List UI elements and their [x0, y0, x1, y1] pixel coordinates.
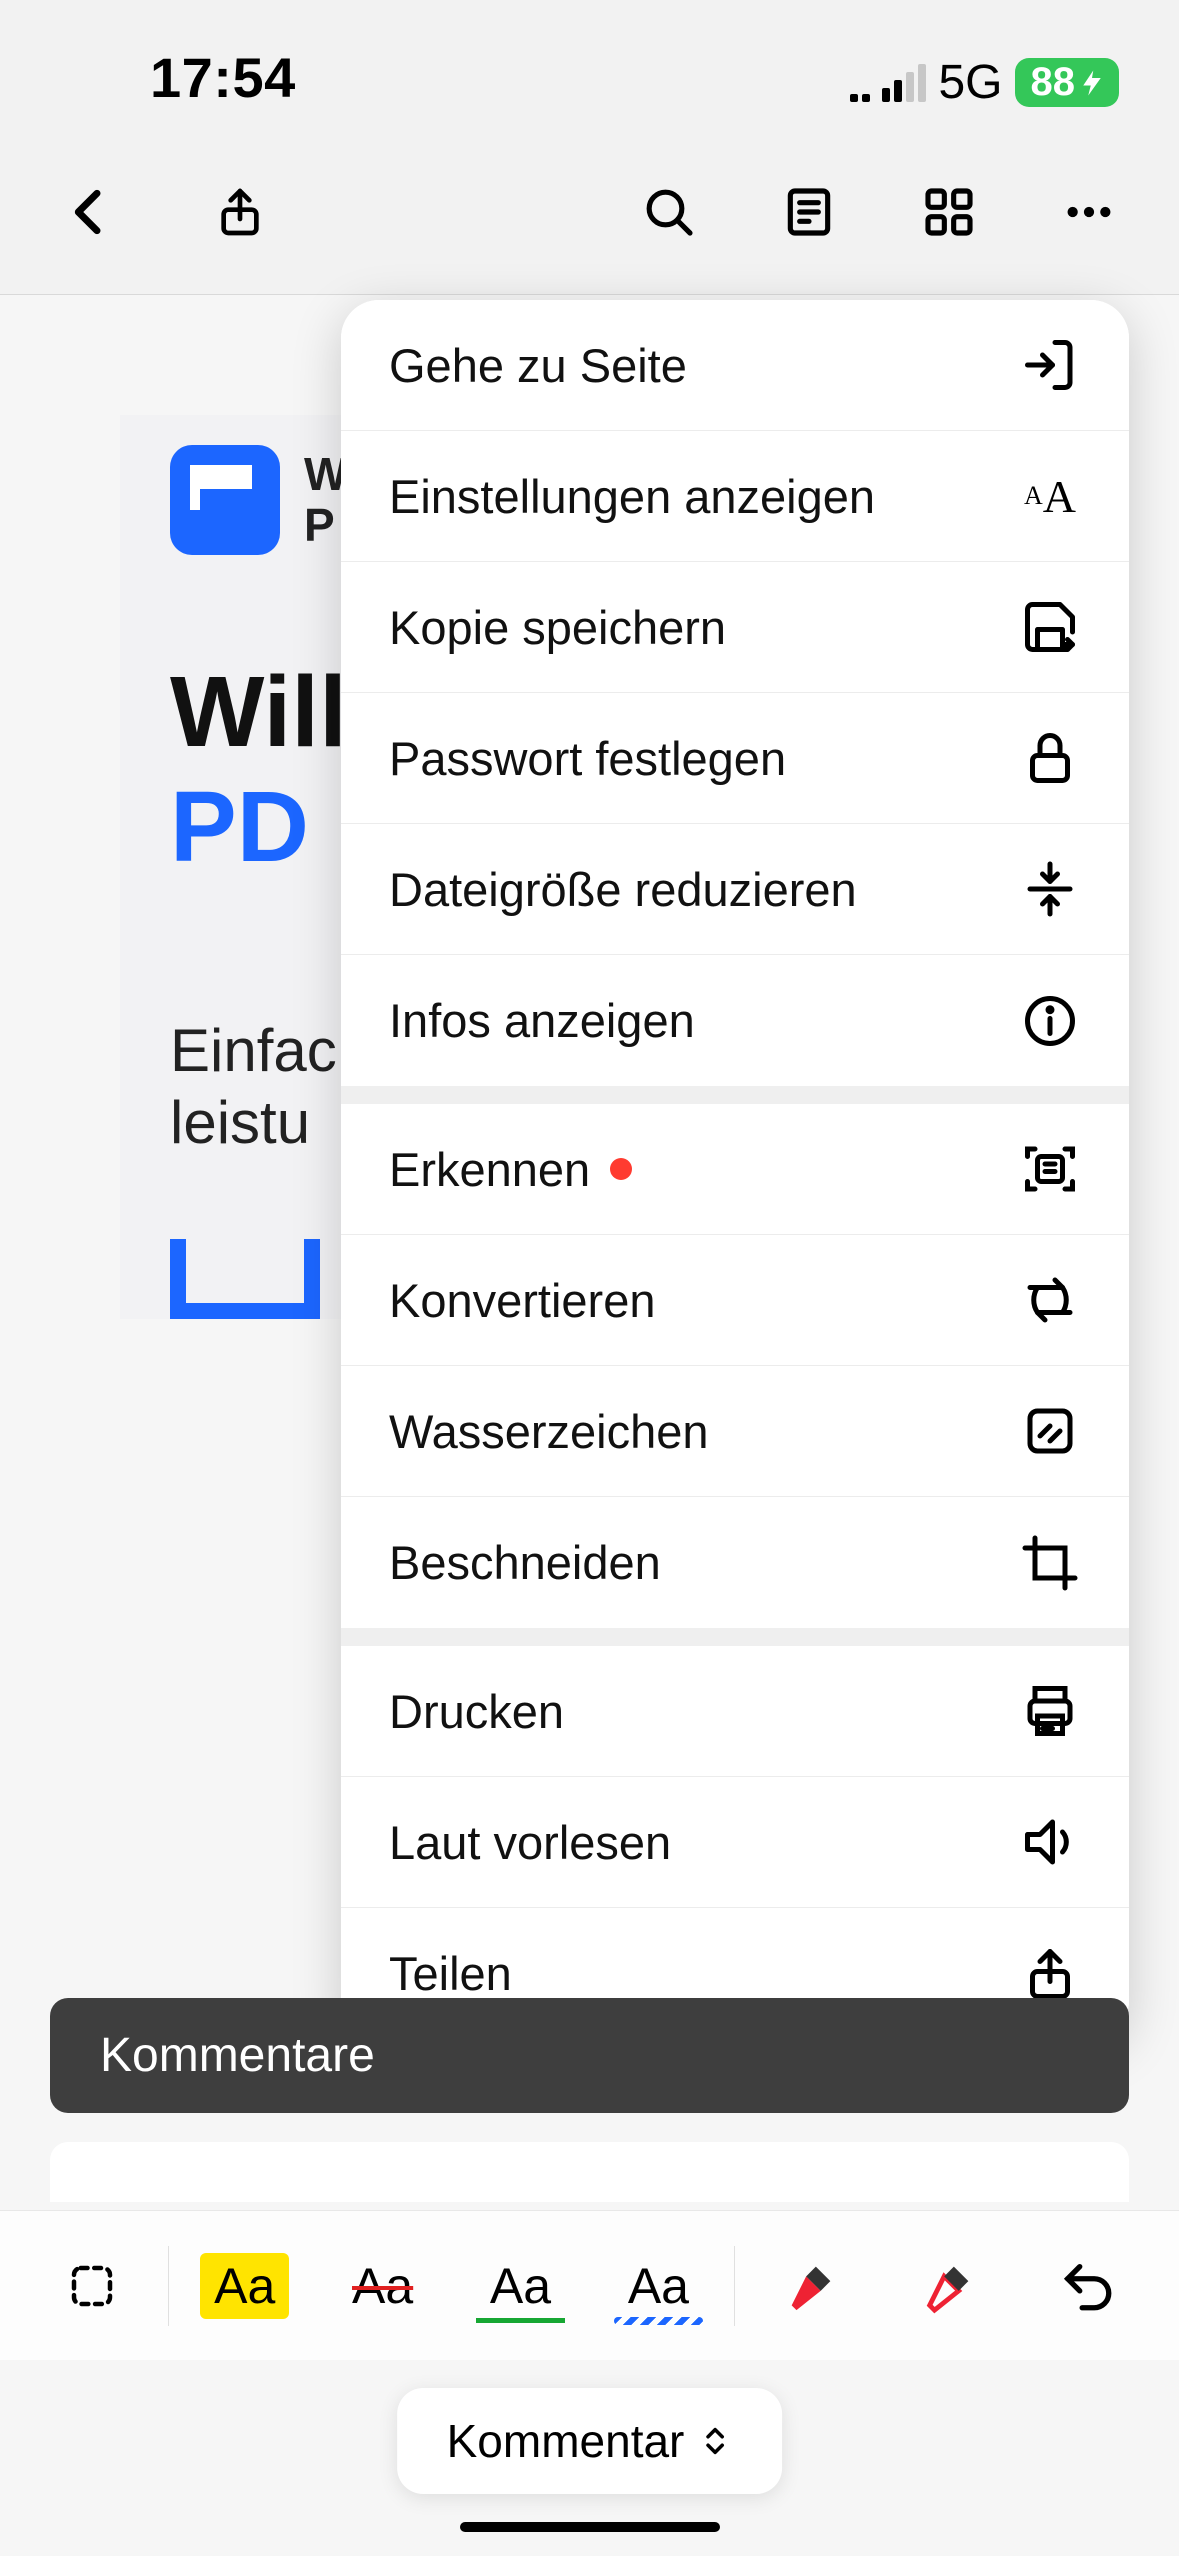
mode-selector[interactable]: Kommentar	[397, 2388, 783, 2494]
menu-goto-page[interactable]: Gehe zu Seite	[341, 300, 1129, 431]
thumbnails-button[interactable]	[919, 182, 979, 242]
squiggly-button[interactable]: Aa	[596, 2231, 720, 2341]
marker-fill-button[interactable]	[749, 2231, 873, 2341]
comments-banner[interactable]: Kommentare	[50, 1998, 1129, 2113]
home-indicator	[460, 2522, 720, 2532]
comments-banner-label: Kommentare	[100, 2028, 375, 2083]
new-badge-dot	[610, 1158, 632, 1180]
more-button[interactable]	[1059, 182, 1119, 242]
watermark-icon	[1019, 1400, 1081, 1462]
menu-set-password[interactable]: Passwort festlegen	[341, 693, 1129, 824]
goto-icon	[1019, 334, 1081, 396]
outline-button[interactable]	[779, 182, 839, 242]
ocr-icon	[1019, 1138, 1081, 1200]
menu-label: Gehe zu Seite	[389, 338, 687, 393]
menu-label: Teilen	[389, 1946, 512, 2001]
menu-show-info[interactable]: Infos anzeigen	[341, 955, 1129, 1086]
menu-label: Wasserzeichen	[389, 1404, 709, 1459]
more-menu-popup: Gehe zu Seite Einstellungen anzeigen AA …	[341, 300, 1129, 2039]
chevron-updown-icon	[698, 2424, 732, 2458]
search-button[interactable]	[639, 182, 699, 242]
speaker-icon	[1019, 1811, 1081, 1873]
menu-label: Laut vorlesen	[389, 1815, 671, 1870]
info-icon	[1019, 990, 1081, 1052]
menu-label: Konvertieren	[389, 1273, 656, 1328]
compress-icon	[1019, 858, 1081, 920]
menu-convert[interactable]: Konvertieren	[341, 1235, 1129, 1366]
menu-label: Einstellungen anzeigen	[389, 469, 875, 524]
menu-label: Beschneiden	[389, 1535, 661, 1590]
strikethrough-icon: Aa	[338, 2253, 427, 2319]
status-bar: 17:54 5G 88	[0, 0, 1179, 130]
menu-crop[interactable]: Beschneiden	[341, 1497, 1129, 1628]
menu-print[interactable]: Drucken	[341, 1646, 1129, 1777]
savecopy-icon	[1019, 596, 1081, 658]
annotation-toolbar: Aa Aa Aa Aa	[0, 2210, 1179, 2360]
doc-graphic	[170, 1239, 320, 1319]
select-area-button[interactable]	[30, 2231, 154, 2341]
separator	[168, 2246, 169, 2326]
app-logo-icon	[170, 445, 280, 555]
strikethrough-button[interactable]: Aa	[321, 2231, 445, 2341]
highlight-button[interactable]: Aa	[183, 2231, 307, 2341]
panel-fragment	[50, 2142, 1129, 2202]
menu-label: Passwort festlegen	[389, 731, 786, 786]
menu-save-copy[interactable]: Kopie speichern	[341, 562, 1129, 693]
highlight-icon: Aa	[200, 2253, 289, 2319]
textsize-icon: AA	[1019, 465, 1081, 527]
lock-icon	[1019, 727, 1081, 789]
menu-watermark[interactable]: Wasserzeichen	[341, 1366, 1129, 1497]
crop-icon	[1019, 1532, 1081, 1594]
underline-icon: Aa	[476, 2253, 565, 2319]
menu-view-settings[interactable]: Einstellungen anzeigen AA	[341, 431, 1129, 562]
share-button[interactable]	[210, 182, 270, 242]
menu-recognize[interactable]: Erkennen	[341, 1104, 1129, 1235]
battery-percent: 88	[1031, 60, 1076, 105]
status-right: 5G 88	[850, 55, 1119, 110]
back-button[interactable]	[60, 182, 120, 242]
underline-button[interactable]: Aa	[459, 2231, 583, 2341]
menu-read-aloud[interactable]: Laut vorlesen	[341, 1777, 1129, 1908]
undo-button[interactable]	[1025, 2231, 1149, 2341]
main-toolbar	[0, 130, 1179, 295]
menu-label: Erkennen	[389, 1142, 590, 1197]
share-icon	[1019, 1943, 1081, 2005]
print-icon	[1019, 1680, 1081, 1742]
separator	[734, 2246, 735, 2326]
convert-icon	[1019, 1269, 1081, 1331]
squiggly-icon: Aa	[614, 2253, 703, 2319]
menu-label: Drucken	[389, 1684, 564, 1739]
network-label: 5G	[938, 55, 1002, 110]
battery-badge: 88	[1015, 58, 1120, 107]
menu-reduce-size[interactable]: Dateigröße reduzieren	[341, 824, 1129, 955]
status-time: 17:54	[150, 45, 296, 110]
menu-label: Dateigröße reduzieren	[389, 862, 857, 917]
menu-label: Kopie speichern	[389, 600, 726, 655]
marker-outline-button[interactable]	[887, 2231, 1011, 2341]
menu-label: Infos anzeigen	[389, 993, 695, 1048]
signal-icon	[850, 64, 926, 102]
mode-label: Kommentar	[447, 2414, 685, 2468]
